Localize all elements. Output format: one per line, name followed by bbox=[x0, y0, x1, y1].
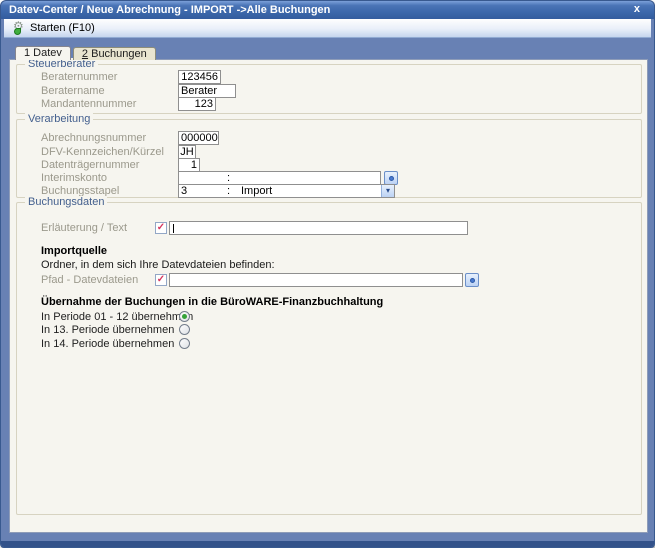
row-buchungsstapel: Buchungsstapel 3 : Import ▾ bbox=[17, 184, 637, 198]
group-steuerberater: Steuerberater Beraternummer 123456 Berat… bbox=[16, 64, 642, 114]
start-button[interactable]: ⚙ Starten (F10) bbox=[9, 20, 99, 36]
radio-periode-13[interactable] bbox=[179, 324, 190, 335]
buchungsstapel-dropdown-button[interactable]: ▾ bbox=[381, 185, 394, 197]
text-caret bbox=[173, 224, 174, 233]
beratername-field[interactable]: Berater bbox=[178, 84, 236, 98]
group-buchungsdaten: Buchungsdaten Erläuterung / Text ✓ Impor… bbox=[16, 202, 642, 515]
erlaeuterung-check-icon[interactable]: ✓ bbox=[155, 222, 167, 234]
beraternummer-field[interactable]: 123456 bbox=[178, 70, 221, 84]
pfad-label: Pfad - Datevdateien bbox=[41, 274, 138, 287]
abrechnungsnummer-label: Abrechnungsnummer bbox=[41, 132, 146, 145]
lookup-dot-icon bbox=[389, 176, 394, 181]
interimskonto-field[interactable]: : bbox=[178, 171, 381, 185]
start-button-label: Starten (F10) bbox=[30, 22, 95, 34]
radio-periode-14[interactable] bbox=[179, 338, 190, 349]
row-datentraegernummer: Datenträgernummer 1 bbox=[17, 158, 637, 172]
interimskonto-lookup-button[interactable] bbox=[384, 171, 398, 185]
mandantennummer-label: Mandantennummer bbox=[41, 98, 136, 111]
row-interimskonto: Interimskonto : bbox=[17, 171, 637, 185]
erlaeuterung-label: Erläuterung / Text bbox=[41, 222, 127, 235]
tab-buchungen[interactable]: 2 Buchungen bbox=[73, 47, 156, 60]
row-beratername: Beratername Berater bbox=[17, 84, 637, 98]
row-mandantennummer: Mandantennummer 123 bbox=[17, 97, 637, 111]
row-dfv-kennzeichen: DFV-Kennzeichen/Kürzel JH bbox=[17, 145, 637, 159]
browse-dot-icon bbox=[470, 278, 475, 283]
row-abrechnungsnummer: Abrechnungsnummer 000000 bbox=[17, 131, 637, 145]
buchungsstapel-colon: : bbox=[227, 185, 230, 197]
main-panel: Steuerberater Beraternummer 123456 Berat… bbox=[9, 59, 648, 533]
tab-buchungen-label: Buchungen bbox=[88, 48, 147, 60]
radio-row-periode-01-12: In Periode 01 - 12 übernehmen bbox=[17, 310, 637, 324]
tab-datev[interactable]: 1 Datev bbox=[15, 46, 71, 60]
radio-periode-01-12[interactable] bbox=[179, 311, 190, 322]
radio-periode-13-label: In 13. Periode übernehmen bbox=[41, 324, 174, 337]
row-pfad-datevdateien: Pfad - Datevdateien ✓ bbox=[17, 273, 637, 287]
interimskonto-colon: : bbox=[227, 172, 230, 184]
mandantennummer-field[interactable]: 123 bbox=[178, 97, 216, 111]
window-bottom-frame bbox=[1, 541, 654, 547]
buchungsstapel-combobox[interactable]: 3 : Import ▾ bbox=[178, 184, 395, 198]
uebernahme-heading: Übernahme der Buchungen in die BüroWARE-… bbox=[41, 296, 383, 308]
erlaeuterung-input[interactable] bbox=[169, 221, 468, 235]
group-verarbeitung-title: Verarbeitung bbox=[25, 113, 93, 126]
abrechnungsnummer-field[interactable]: 000000 bbox=[178, 131, 219, 145]
datentraegernummer-field[interactable]: 1 bbox=[178, 158, 200, 172]
pfad-check-icon[interactable]: ✓ bbox=[155, 274, 167, 286]
pfad-browse-button[interactable] bbox=[465, 273, 479, 287]
radio-selected-dot bbox=[182, 314, 187, 319]
radio-row-periode-14: In 14. Periode übernehmen bbox=[17, 337, 637, 351]
row-erlaeuterung: Erläuterung / Text ✓ bbox=[17, 221, 637, 235]
beraternummer-label: Beraternummer bbox=[41, 71, 117, 84]
group-buchungsdaten-title: Buchungsdaten bbox=[25, 196, 107, 209]
buchungsstapel-name: Import bbox=[241, 185, 272, 197]
title-bar[interactable]: Datev-Center / Neue Abrechnung - IMPORT … bbox=[1, 1, 654, 19]
close-icon[interactable]: x bbox=[631, 1, 643, 19]
toolbar: ⚙ Starten (F10) bbox=[4, 19, 651, 38]
importquelle-heading: Importquelle bbox=[41, 245, 107, 257]
pfad-input[interactable] bbox=[169, 273, 463, 287]
dfv-kennzeichen-field[interactable]: JH bbox=[178, 145, 196, 159]
tab-datev-label: 1 Datev bbox=[24, 47, 62, 59]
radio-periode-14-label: In 14. Periode übernehmen bbox=[41, 338, 174, 351]
datev-center-window: Datev-Center / Neue Abrechnung - IMPORT … bbox=[0, 0, 655, 548]
start-gear-icon: ⚙ bbox=[13, 21, 27, 35]
row-beraternummer: Beraternummer 123456 bbox=[17, 70, 637, 84]
chevron-down-icon: ▾ bbox=[386, 187, 390, 195]
radio-row-periode-13: In 13. Periode übernehmen bbox=[17, 323, 637, 337]
tab-strip: 1 Datev 2 Buchungen bbox=[15, 46, 158, 60]
green-leaf-shape bbox=[14, 28, 21, 35]
window-title: Datev-Center / Neue Abrechnung - IMPORT … bbox=[9, 4, 330, 16]
buchungsstapel-number: 3 bbox=[181, 185, 187, 197]
ordner-hint-text: Ordner, in dem sich Ihre Datevdateien be… bbox=[41, 259, 275, 271]
group-verarbeitung: Verarbeitung Abrechnungsnummer 000000 DF… bbox=[16, 119, 642, 198]
